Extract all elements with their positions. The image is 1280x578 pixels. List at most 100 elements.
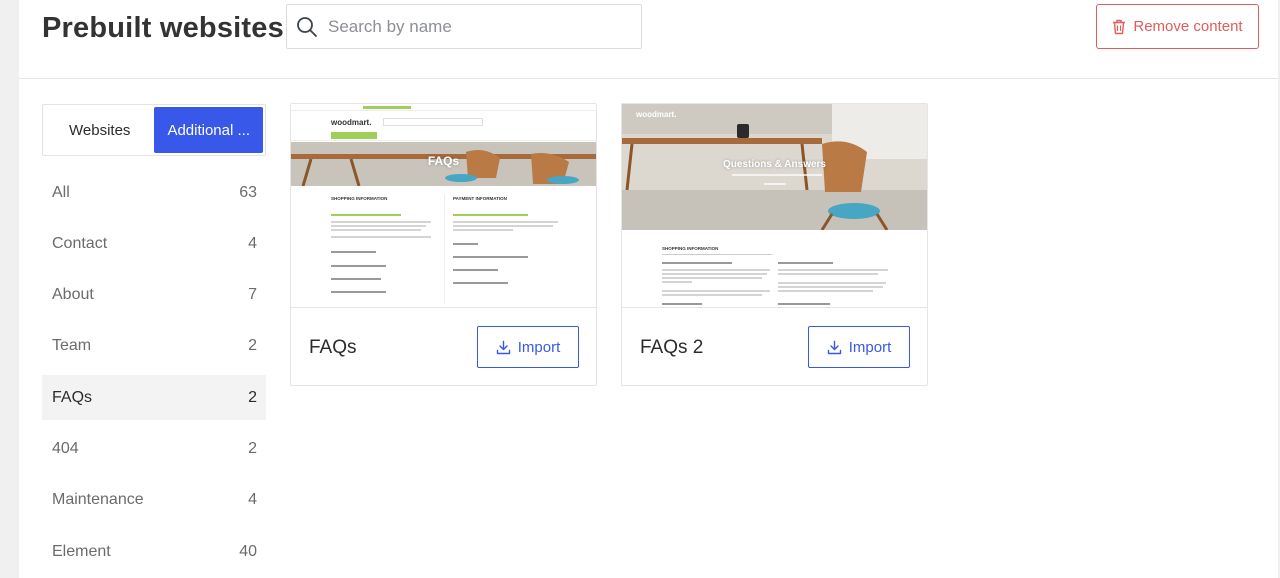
preview-line: [331, 265, 386, 267]
category-label: About: [52, 286, 94, 304]
category-item-team[interactable]: Team 2: [42, 324, 266, 369]
import-button[interactable]: Import: [477, 326, 579, 368]
preview-topbar: [291, 104, 596, 111]
preview-line: [662, 281, 692, 283]
category-label: FAQs: [52, 388, 93, 406]
preview-line: [778, 303, 830, 305]
category-count: 4: [248, 234, 257, 252]
preview-line: [778, 269, 888, 271]
admin-left-edge: [0, 0, 19, 578]
category-label: All: [52, 183, 70, 201]
category-item-all[interactable]: All 63: [42, 170, 266, 215]
search-box[interactable]: [286, 4, 642, 49]
category-item-contact[interactable]: Contact 4: [42, 221, 266, 266]
preview-line: [331, 251, 376, 253]
category-count: 2: [248, 388, 257, 406]
preview-line: [778, 262, 833, 264]
preview-line: [331, 236, 431, 238]
category-label: Maintenance: [52, 491, 144, 509]
template-card: woodmart. FAQs SHOPPING INFORMATION PAYM…: [290, 103, 597, 386]
download-icon: [496, 340, 510, 354]
preview-divider: [662, 254, 772, 255]
preview-line: [662, 294, 762, 296]
tab-additional[interactable]: Additional ...: [154, 107, 263, 153]
preview-hero-title: Questions & Answers: [723, 159, 826, 170]
preview-hero-title: FAQs: [427, 154, 460, 168]
category-item-about[interactable]: About 7: [42, 273, 266, 318]
template-name: FAQs 2: [640, 337, 704, 358]
preview-topbar-accent: [363, 106, 411, 109]
template-preview-image: woodmart. Questions & Answers SHOPPING I…: [622, 104, 927, 308]
preview-line: [662, 277, 762, 279]
category-label: Element: [52, 542, 111, 560]
preview-line: [331, 278, 381, 280]
search-icon: [297, 16, 317, 37]
category-label: 404: [52, 439, 79, 457]
type-switcher: Websites Additional ...: [42, 104, 266, 156]
page-header: Prebuilt websites Remove content: [19, 0, 1278, 79]
tab-additional-label: Additional ...: [167, 121, 250, 139]
import-button[interactable]: Import: [808, 326, 910, 368]
category-item-faqs[interactable]: FAQs 2: [42, 375, 266, 421]
preview-hero: FAQs: [291, 142, 596, 186]
sidebar: Websites Additional ... All 63 Contact 4…: [42, 104, 266, 578]
template-card: woodmart. Questions & Answers SHOPPING I…: [621, 103, 928, 386]
category-count: 2: [248, 439, 257, 457]
preview-col2-heading: PAYMENT INFORMATION: [453, 196, 507, 201]
preview-line: [331, 225, 426, 227]
preview-line: [453, 269, 498, 271]
page-title: Prebuilt websites: [42, 12, 284, 44]
preview-col1-heading: SHOPPING INFORMATION: [662, 246, 719, 251]
template-preview-image: woodmart. FAQs SHOPPING INFORMATION PAYM…: [291, 104, 596, 308]
preview-line: [453, 221, 558, 223]
preview-line: [662, 262, 732, 264]
search-input[interactable]: [328, 16, 618, 37]
preview-line: [453, 243, 478, 245]
template-name: FAQs: [309, 337, 357, 358]
preview-line: [778, 273, 878, 275]
category-count: 2: [248, 337, 257, 355]
preview-logo: woodmart.: [636, 110, 677, 119]
preview-line: [453, 256, 528, 258]
preview-line: [662, 290, 770, 292]
preview-line: [453, 225, 553, 227]
preview-line: [453, 229, 513, 231]
preview-line: [662, 303, 702, 305]
category-label: Team: [52, 337, 92, 355]
category-count: 7: [248, 286, 257, 304]
category-count: 63: [239, 183, 257, 201]
preview-logo: woodmart.: [331, 118, 372, 127]
preview-search: [383, 118, 483, 126]
remove-content-button[interactable]: Remove content: [1096, 4, 1259, 49]
category-item-maintenance[interactable]: Maintenance 4: [42, 478, 266, 523]
preview-line: [778, 290, 873, 292]
preview-divider: [444, 194, 445, 304]
category-list: All 63 Contact 4 About 7 Team 2 FAQs 2 4…: [42, 170, 266, 574]
category-count: 4: [248, 491, 257, 509]
preview-line: [453, 214, 528, 216]
preview-line: [331, 221, 431, 223]
category-item-element[interactable]: Element 40: [42, 529, 266, 574]
tab-websites[interactable]: Websites: [45, 107, 154, 153]
preview-hero: woodmart. Questions & Answers: [622, 104, 927, 230]
download-icon: [827, 340, 841, 354]
preview-line: [331, 229, 421, 231]
remove-content-label: Remove content: [1133, 18, 1243, 35]
preview-col1-heading: SHOPPING INFORMATION: [331, 196, 388, 201]
preview-line: [331, 214, 401, 216]
category-label: Contact: [52, 234, 108, 252]
preview-line: [778, 286, 883, 288]
preview-line: [778, 282, 886, 284]
preview-line: [453, 282, 508, 284]
trash-icon: [1113, 19, 1126, 34]
preview-nav-accent: [331, 132, 377, 139]
preview-line: [331, 291, 386, 293]
category-item-404[interactable]: 404 2: [42, 426, 266, 471]
preview-line: [662, 269, 770, 271]
import-label: Import: [848, 338, 892, 356]
import-label: Import: [517, 338, 561, 356]
preview-line: [732, 174, 822, 176]
preview-line: [662, 273, 767, 275]
tab-websites-label: Websites: [69, 121, 131, 139]
preview-line: [764, 183, 786, 185]
